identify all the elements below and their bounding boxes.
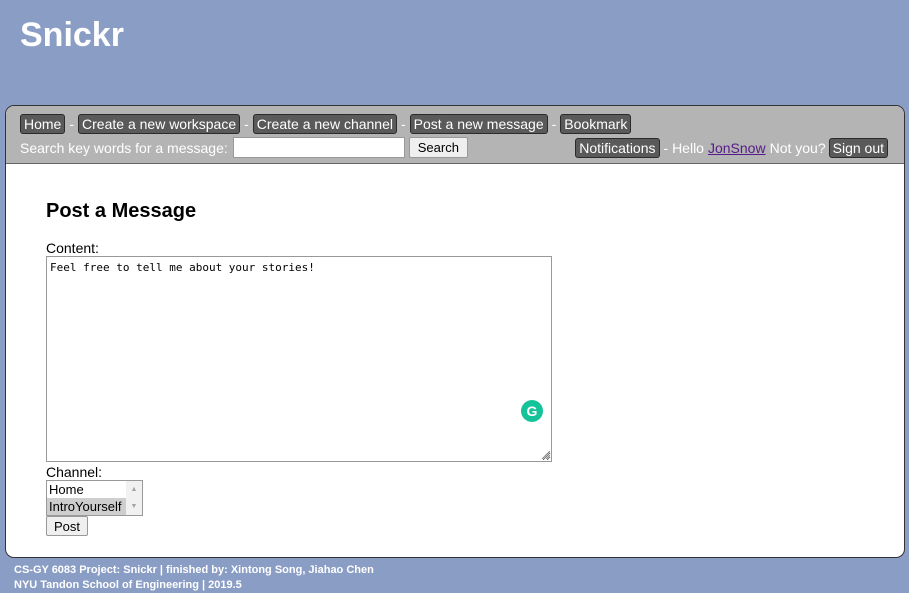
search-input[interactable]	[232, 137, 405, 158]
main-panel: Home - Create a new workspace - Create a…	[5, 105, 905, 558]
channel-label: Channel:	[46, 464, 103, 480]
resize-handle-icon[interactable]	[540, 449, 550, 459]
scroll-up-arrow-icon[interactable]: ▲	[126, 481, 142, 498]
nav-create-workspace-button[interactable]: Create a new workspace	[78, 114, 241, 134]
channel-select[interactable]: Home IntroYourself ▲ ▼	[46, 480, 143, 516]
footer: CS-GY 6083 Project: Snickr | finished by…	[14, 563, 374, 593]
channel-option-home[interactable]: Home	[47, 481, 127, 498]
greeting-text: - Hello	[663, 140, 704, 156]
notifications-button[interactable]: Notifications	[575, 138, 660, 158]
nav-links: Home - Create a new workspace - Create a…	[20, 114, 632, 134]
nav-separator: -	[244, 116, 249, 132]
username-link[interactable]: JonSnow	[708, 140, 766, 156]
nav-separator: -	[551, 116, 557, 132]
content-textarea[interactable]: Feel free to tell me about your stories!	[46, 256, 552, 462]
channel-option-introyourself[interactable]: IntroYourself	[47, 498, 127, 515]
user-area: Notifications - Hello JonSnow Not you? S…	[575, 138, 888, 158]
nav-bookmark-button[interactable]: Bookmark	[560, 114, 632, 134]
page-title: Post a Message	[46, 200, 197, 222]
nav-post-message-button[interactable]: Post a new message	[409, 114, 548, 134]
sign-out-button[interactable]: Sign out	[828, 138, 888, 158]
nav-create-channel-button[interactable]: Create a new channel	[252, 114, 397, 134]
footer-credits: CS-GY 6083 Project: Snickr | finished by…	[14, 564, 374, 576]
scroll-down-arrow-icon[interactable]: ▼	[126, 498, 142, 515]
nav-home-button[interactable]: Home	[20, 114, 66, 134]
footer-school: NYU Tandon School of Engineering | 2019.…	[14, 579, 242, 591]
nav-separator: -	[400, 116, 406, 132]
channel-scrollbar[interactable]: ▲ ▼	[126, 481, 142, 515]
content-label: Content:	[46, 240, 99, 256]
navbar: Home - Create a new workspace - Create a…	[6, 106, 904, 164]
search-button[interactable]: Search	[408, 137, 468, 158]
nav-separator: -	[69, 116, 75, 132]
grammarly-icon[interactable]: G	[521, 400, 543, 422]
search-bar: Search key words for a message: Search	[20, 137, 468, 158]
site-title: Snickr	[20, 16, 124, 54]
not-you-text: Not you?	[769, 140, 826, 156]
search-label: Search key words for a message:	[20, 139, 228, 156]
post-button[interactable]: Post	[46, 516, 89, 536]
